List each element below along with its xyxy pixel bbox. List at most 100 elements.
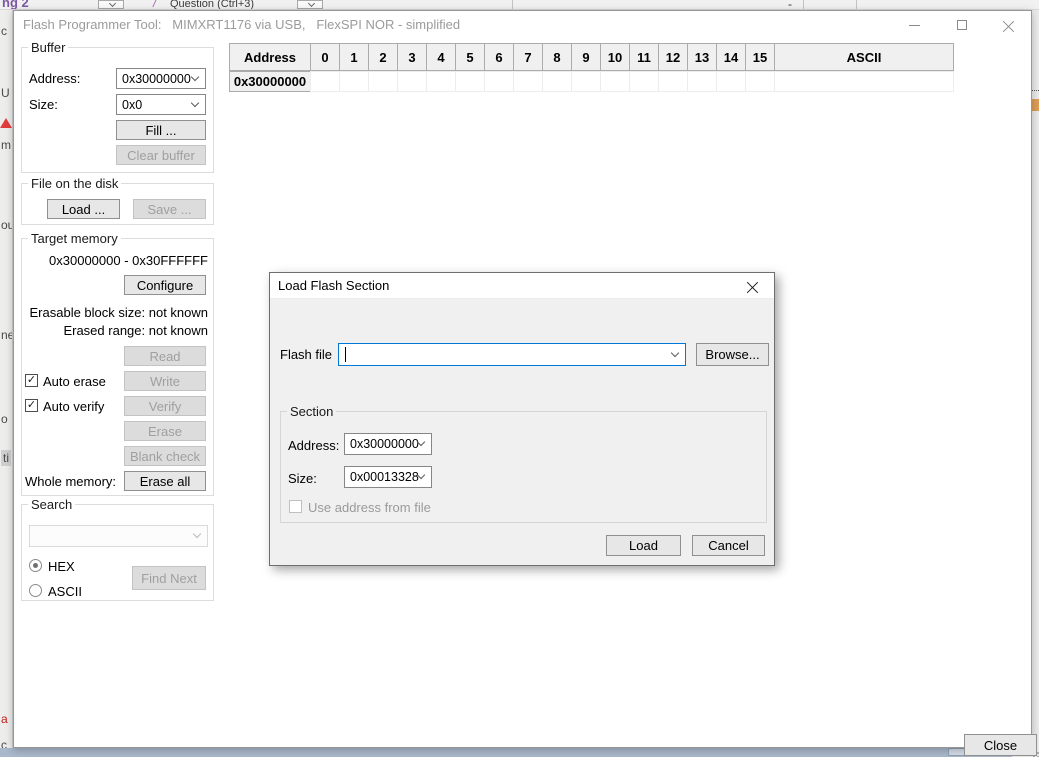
- chevron-down-icon: [191, 98, 199, 106]
- left-fragment: ou: [1, 218, 13, 232]
- ribbon-separator: [856, 0, 857, 10]
- read-button[interactable]: Read: [124, 346, 206, 366]
- byte-column-header[interactable]: 14: [716, 43, 746, 71]
- browse-button[interactable]: Browse...: [696, 343, 769, 366]
- byte-cell[interactable]: [397, 71, 427, 92]
- byte-cell[interactable]: [687, 71, 717, 92]
- configure-button[interactable]: Configure: [124, 275, 206, 295]
- fill-button[interactable]: Fill ...: [116, 120, 206, 140]
- byte-cell[interactable]: [426, 71, 456, 92]
- byte-column-header[interactable]: 10: [600, 43, 630, 71]
- file-on-disk-legend: File on the disk: [28, 176, 121, 191]
- buffer-address-value: 0x30000000: [122, 72, 191, 86]
- byte-column-header[interactable]: 7: [513, 43, 543, 71]
- byte-cell[interactable]: [571, 71, 601, 92]
- resize-grip[interactable]: [1033, 748, 1039, 757]
- titlebar[interactable]: Flash Programmer Tool: MIMXRT1176 via US…: [14, 11, 1031, 39]
- byte-column-header[interactable]: 13: [687, 43, 717, 71]
- byte-cell[interactable]: [542, 71, 572, 92]
- byte-cell[interactable]: [455, 71, 485, 92]
- erase-button[interactable]: Erase: [124, 421, 206, 441]
- byte-column-header[interactable]: 2: [368, 43, 398, 71]
- buffer-address-label: Address:: [29, 71, 80, 86]
- byte-column-header[interactable]: 9: [571, 43, 601, 71]
- byte-cell[interactable]: [310, 71, 340, 92]
- use-address-checkbox-label: Use address from file: [308, 500, 431, 515]
- write-button[interactable]: Write: [124, 371, 206, 391]
- left-fragment: a ,: [1, 712, 13, 726]
- clear-buffer-button[interactable]: Clear buffer: [116, 145, 206, 165]
- search-combo[interactable]: [29, 525, 208, 547]
- screen: ng 2 / Question (Ctrl+3) - c U m ou ne o…: [0, 0, 1039, 757]
- maximize-button[interactable]: [938, 11, 985, 39]
- auto-erase-checkbox[interactable]: ✓: [25, 374, 38, 387]
- buffer-size-combo[interactable]: 0x0: [116, 94, 206, 115]
- byte-column-header[interactable]: 15: [745, 43, 775, 71]
- byte-column-header[interactable]: 4: [426, 43, 456, 71]
- byte-cell[interactable]: [745, 71, 775, 92]
- auto-verify-checkbox[interactable]: ✓: [25, 399, 38, 412]
- save-file-button[interactable]: Save ...: [133, 199, 206, 219]
- load-file-button[interactable]: Load ...: [47, 199, 120, 219]
- byte-cell[interactable]: [629, 71, 659, 92]
- erased-range-info: Erased range: not known: [28, 323, 208, 338]
- byte-column-header[interactable]: 6: [484, 43, 514, 71]
- flash-file-combo[interactable]: [338, 343, 686, 366]
- ascii-cell[interactable]: [774, 71, 954, 92]
- buffer-address-combo[interactable]: 0x30000000: [116, 68, 206, 89]
- byte-cell[interactable]: [658, 71, 688, 92]
- byte-column-header[interactable]: 12: [658, 43, 688, 71]
- background-dash-fragment: -: [788, 0, 792, 10]
- dialog-cancel-button[interactable]: Cancel: [692, 535, 765, 556]
- dialog-load-button[interactable]: Load: [606, 535, 681, 556]
- byte-cell[interactable]: [339, 71, 369, 92]
- left-fragment: c: [1, 738, 7, 748]
- blank-check-button[interactable]: Blank check: [124, 446, 206, 466]
- row-address-cell[interactable]: 0x30000000: [229, 71, 311, 92]
- background-question-label: Question (Ctrl+3): [170, 0, 254, 10]
- byte-cell[interactable]: [716, 71, 746, 92]
- byte-cell[interactable]: [513, 71, 543, 92]
- whole-memory-label: Whole memory:: [25, 474, 116, 489]
- ascii-radio[interactable]: [29, 584, 42, 597]
- chevron-down-icon: [191, 72, 199, 80]
- ribbon-separator: [803, 0, 804, 10]
- byte-cell[interactable]: [368, 71, 398, 92]
- byte-column-header[interactable]: 8: [542, 43, 572, 71]
- background-top-ribbon: ng 2 / Question (Ctrl+3) -: [0, 0, 1039, 10]
- close-button[interactable]: [985, 11, 1032, 39]
- find-next-button[interactable]: Find Next: [132, 566, 206, 590]
- byte-column-header[interactable]: 11: [629, 43, 659, 71]
- ascii-column-header[interactable]: ASCII: [774, 43, 954, 71]
- use-address-checkbox[interactable]: [289, 500, 302, 513]
- scrollbar-orange-marker: [1032, 99, 1039, 111]
- section-size-combo[interactable]: 0x00013328: [344, 466, 432, 488]
- dialog-close-button[interactable]: [732, 273, 774, 299]
- byte-column-headers: 0123456789101112131415: [310, 43, 774, 71]
- byte-column-header[interactable]: 5: [455, 43, 485, 71]
- section-address-combo[interactable]: 0x30000000: [344, 433, 432, 455]
- dialog-titlebar[interactable]: Load Flash Section: [270, 273, 774, 299]
- section-group-legend: Section: [287, 404, 336, 419]
- minimize-button[interactable]: [891, 11, 938, 39]
- byte-cell[interactable]: [600, 71, 630, 92]
- hex-radio[interactable]: [29, 559, 42, 572]
- check-icon: ✓: [27, 375, 36, 386]
- target-memory-range: 0x30000000 - 0x30FFFFFF: [28, 253, 208, 268]
- erasable-block-info: Erasable block size: not known: [28, 305, 208, 320]
- byte-column-header[interactable]: 1: [339, 43, 369, 71]
- check-icon: ✓: [27, 400, 36, 411]
- hex-table-header: Address 0123456789101112131415 ASCII: [229, 43, 953, 71]
- address-column-header[interactable]: Address: [229, 43, 311, 71]
- byte-column-header[interactable]: 3: [397, 43, 427, 71]
- maximize-icon: [957, 20, 967, 30]
- background-dropdown: [297, 0, 323, 9]
- byte-column-header[interactable]: 0: [310, 43, 340, 71]
- verify-button[interactable]: Verify: [124, 396, 206, 416]
- auto-erase-label: Auto erase: [43, 374, 106, 389]
- erase-all-button[interactable]: Erase all: [124, 471, 206, 491]
- app-close-button[interactable]: Close: [964, 734, 1037, 756]
- scrollbar-marks: [1032, 90, 1039, 93]
- byte-cell[interactable]: [484, 71, 514, 92]
- background-dropdown: [98, 0, 124, 9]
